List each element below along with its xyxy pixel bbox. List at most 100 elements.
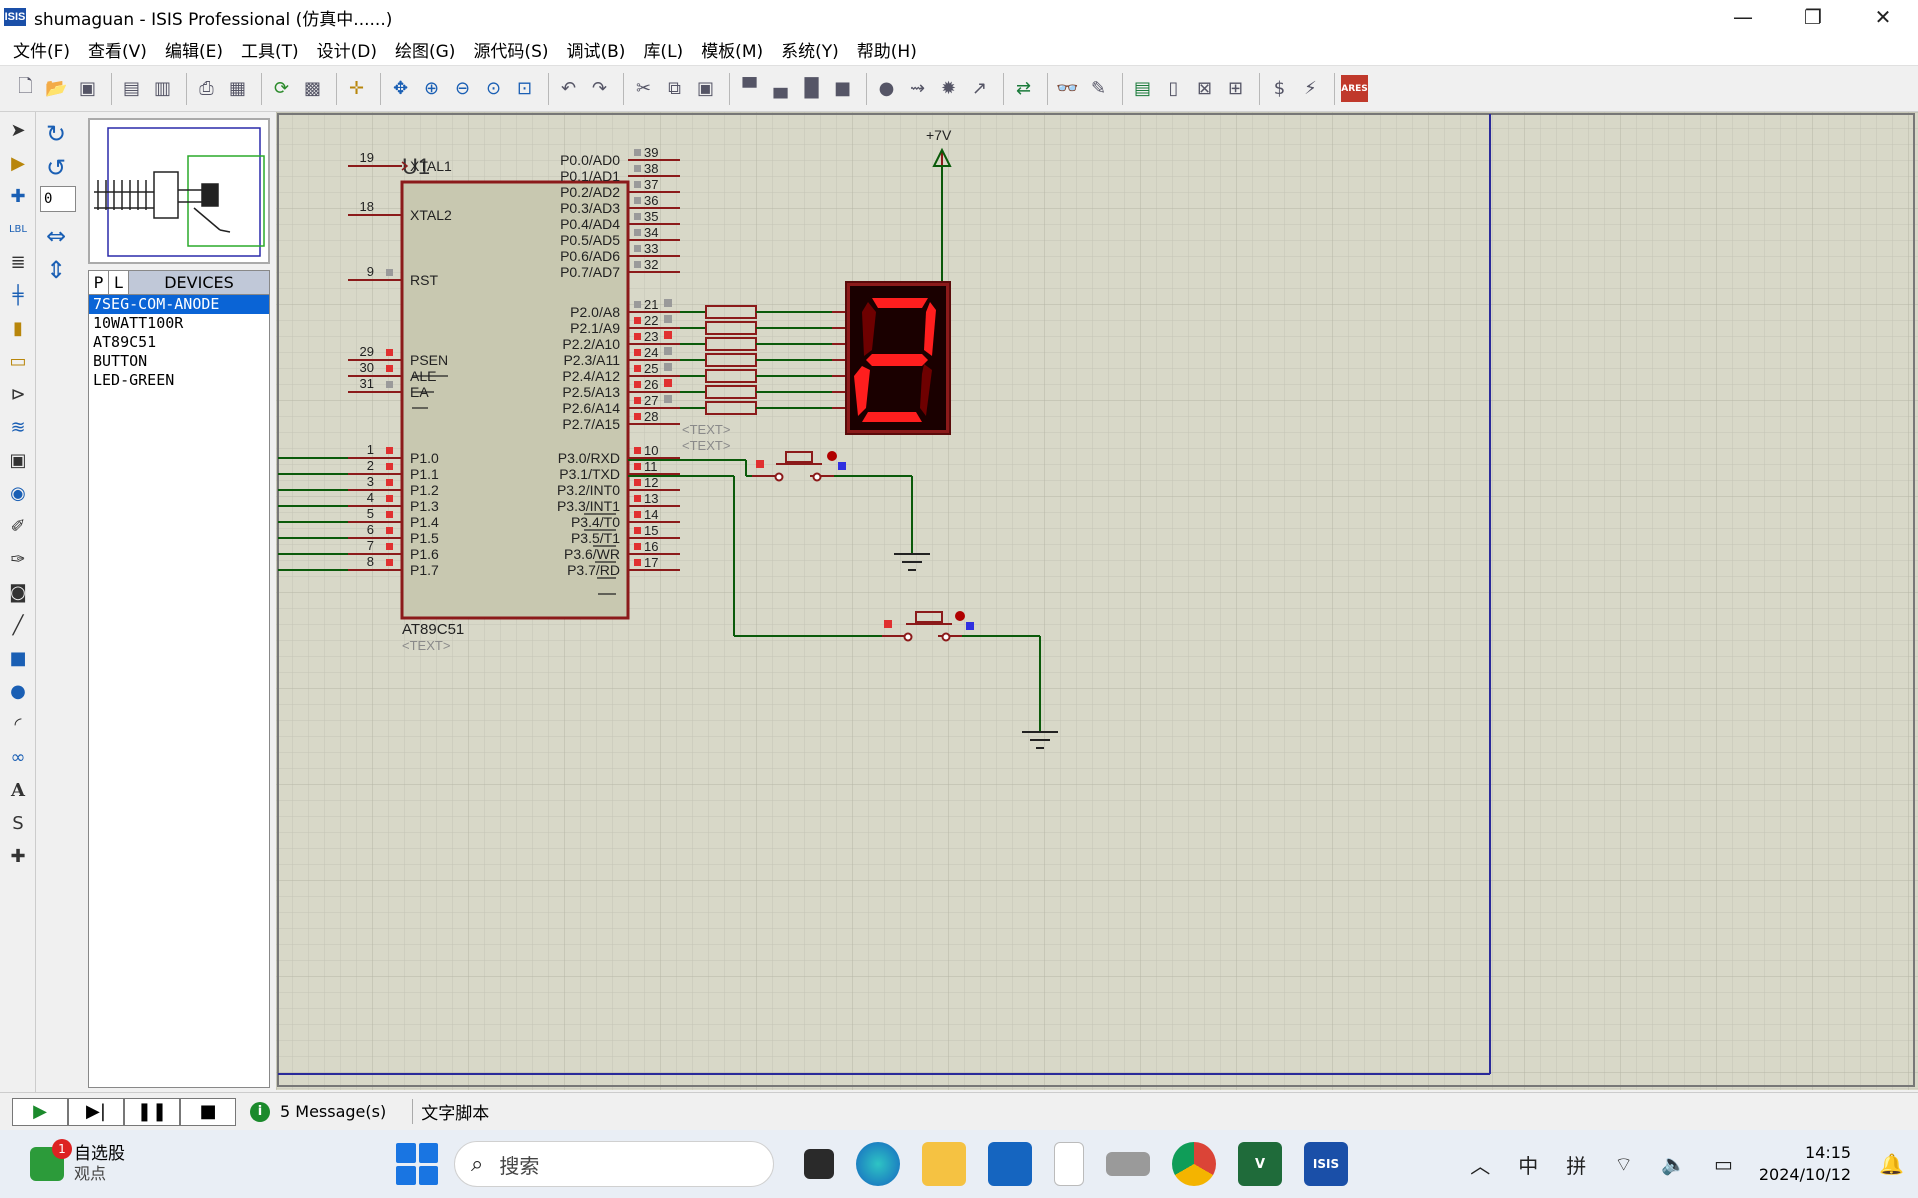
tape-recorder-icon[interactable]: ▣ bbox=[3, 445, 33, 475]
exit-parent-icon[interactable]: ⊠ bbox=[1191, 75, 1218, 102]
path-icon[interactable]: ∞ bbox=[3, 742, 33, 772]
pick-devices-button[interactable]: P bbox=[89, 271, 109, 294]
buses-icon[interactable]: ╪ bbox=[3, 280, 33, 310]
origin-icon[interactable]: ✛ bbox=[343, 75, 370, 102]
import-icon[interactable]: ▤ bbox=[118, 75, 145, 102]
open-folder-icon[interactable]: 📂 bbox=[43, 75, 70, 102]
menu-file[interactable]: 文件(F) bbox=[4, 37, 79, 62]
ime-mode[interactable]: 拼 bbox=[1566, 1150, 1586, 1179]
wifi-icon[interactable]: ⌔ bbox=[1614, 1152, 1633, 1177]
zoom-in-icon[interactable]: ⊕ bbox=[418, 75, 445, 102]
new-file-icon[interactable]: 🗋 bbox=[12, 75, 39, 102]
pick-device-icon[interactable]: ● bbox=[873, 75, 900, 102]
menu-edit[interactable]: 编辑(E) bbox=[156, 37, 232, 62]
close-button[interactable]: ✕ bbox=[1848, 0, 1918, 34]
print-area-icon[interactable]: ▦ bbox=[224, 75, 251, 102]
undo-icon[interactable]: ↶ bbox=[555, 75, 582, 102]
menu-view[interactable]: 查看(V) bbox=[79, 37, 156, 62]
battery-icon[interactable]: ▭ bbox=[1714, 1152, 1733, 1176]
isis-taskbar-icon[interactable]: ISIS bbox=[1304, 1142, 1348, 1186]
pause-button[interactable]: ❚❚ bbox=[124, 1097, 180, 1126]
block-copy-icon[interactable]: ▀ bbox=[736, 75, 763, 102]
cut-icon[interactable]: ✂ bbox=[630, 75, 657, 102]
zoom-area-icon[interactable]: ⊡ bbox=[511, 75, 538, 102]
volume-icon[interactable]: 🔈 bbox=[1661, 1152, 1686, 1176]
menu-graph[interactable]: 绘图(G) bbox=[386, 37, 464, 62]
zoom-all-icon[interactable]: ⊙ bbox=[480, 75, 507, 102]
block-delete-icon[interactable]: ■ bbox=[829, 75, 856, 102]
block-move-icon[interactable]: ▄ bbox=[767, 75, 794, 102]
export-icon[interactable]: ▥ bbox=[149, 75, 176, 102]
bill-of-materials-icon[interactable]: $ bbox=[1266, 75, 1293, 102]
clock[interactable]: 14:15 2024/10/12 bbox=[1759, 1142, 1851, 1186]
marker-icon[interactable]: ✚ bbox=[3, 841, 33, 871]
menu-library[interactable]: 库(L) bbox=[634, 37, 692, 62]
task-view-icon[interactable] bbox=[804, 1149, 834, 1179]
make-device-icon[interactable]: ⇝ bbox=[904, 75, 931, 102]
rotate-cw-icon[interactable]: ↻ bbox=[40, 118, 72, 150]
message-count[interactable]: i 5 Message(s) bbox=[250, 1101, 386, 1122]
wire-label-icon[interactable]: LBL bbox=[3, 214, 33, 244]
print-icon[interactable]: ⎙ bbox=[193, 75, 220, 102]
graph-icon[interactable]: ≋ bbox=[3, 412, 33, 442]
ares-icon[interactable]: ARES bbox=[1341, 75, 1368, 102]
wire-autorouter-icon[interactable]: ⇄ bbox=[1010, 75, 1037, 102]
menu-design[interactable]: 设计(D) bbox=[308, 37, 386, 62]
device-item[interactable]: 10WATT100R bbox=[89, 314, 269, 333]
paste-icon[interactable]: ▣ bbox=[692, 75, 719, 102]
maximize-button[interactable]: ❐ bbox=[1778, 0, 1848, 34]
zoom-out-icon[interactable]: ⊖ bbox=[449, 75, 476, 102]
blank-document-icon[interactable] bbox=[1054, 1142, 1084, 1186]
pan-icon[interactable]: ✥ bbox=[387, 75, 414, 102]
step-button[interactable]: ▶| bbox=[68, 1097, 124, 1126]
ime-language[interactable]: 中 bbox=[1518, 1150, 1538, 1179]
property-tool-icon[interactable]: ✎ bbox=[1085, 75, 1112, 102]
selection-mode-icon[interactable]: ➤ bbox=[3, 115, 33, 145]
menu-tools[interactable]: 工具(T) bbox=[232, 37, 308, 62]
arc-icon[interactable]: ◜ bbox=[3, 709, 33, 739]
decompose-icon[interactable]: ↗ bbox=[966, 75, 993, 102]
rotation-angle-input[interactable] bbox=[40, 186, 76, 212]
component-mode-icon[interactable]: ▶ bbox=[3, 148, 33, 178]
new-sheet-icon[interactable]: ▤ bbox=[1129, 75, 1156, 102]
circle-icon[interactable]: ● bbox=[3, 676, 33, 706]
text-icon[interactable]: A bbox=[3, 775, 33, 805]
minimize-button[interactable]: — bbox=[1708, 0, 1778, 34]
chevron-up-icon[interactable]: ︿ bbox=[1470, 1150, 1490, 1179]
terminals-icon[interactable]: ▭ bbox=[3, 346, 33, 376]
schematic-canvas[interactable]: U1 AT89C51 <TEXT> 19 XTAL1 18 XTAL2 9 RST 29 PS… bbox=[276, 112, 1918, 1090]
device-item[interactable]: LED-GREEN bbox=[89, 371, 269, 390]
mirror-horizontal-icon[interactable]: ⇔ bbox=[40, 220, 72, 252]
edge-browser-icon[interactable] bbox=[856, 1142, 900, 1186]
start-button[interactable] bbox=[396, 1143, 438, 1185]
overview-window[interactable] bbox=[88, 118, 270, 264]
device-item[interactable]: 7SEG-COM-ANODE bbox=[89, 295, 269, 314]
redo-icon[interactable]: ↷ bbox=[586, 75, 613, 102]
current-probe-icon[interactable]: ✑ bbox=[3, 544, 33, 574]
box-icon[interactable]: ■ bbox=[3, 643, 33, 673]
junction-dot-icon[interactable]: ✚ bbox=[3, 181, 33, 211]
chrome-browser-icon[interactable] bbox=[1172, 1142, 1216, 1186]
save-icon[interactable]: ▣ bbox=[74, 75, 101, 102]
rotate-ccw-icon[interactable]: ↺ bbox=[40, 152, 72, 184]
subcircuit-icon[interactable]: ▮ bbox=[3, 313, 33, 343]
menu-debug[interactable]: 调试(B) bbox=[558, 37, 635, 62]
text-script-icon[interactable]: ≣ bbox=[3, 247, 33, 277]
device-item[interactable]: BUTTON bbox=[89, 352, 269, 371]
taskbar-search[interactable]: ⌕ 搜索 bbox=[454, 1141, 774, 1187]
keil-app-icon[interactable]: V bbox=[1238, 1142, 1282, 1186]
microsoft-store-icon[interactable] bbox=[988, 1142, 1032, 1186]
grid-icon[interactable]: ▩ bbox=[299, 75, 326, 102]
device-pins-icon[interactable]: ⊳ bbox=[3, 379, 33, 409]
line-icon[interactable]: ╱ bbox=[3, 610, 33, 640]
remove-sheet-icon[interactable]: ▯ bbox=[1160, 75, 1187, 102]
search-tag-icon[interactable]: 👓 bbox=[1054, 75, 1081, 102]
virtual-instruments-icon[interactable]: ◙ bbox=[3, 577, 33, 607]
menu-source[interactable]: 源代码(S) bbox=[464, 37, 557, 62]
copy-icon[interactable]: ⧉ bbox=[661, 75, 688, 102]
voltage-probe-icon[interactable]: ✐ bbox=[3, 511, 33, 541]
notification-bell-icon[interactable]: 🔔 bbox=[1879, 1152, 1904, 1176]
packaging-icon[interactable]: ✹ bbox=[935, 75, 962, 102]
electrical-check-icon[interactable]: ⚡ bbox=[1297, 75, 1324, 102]
menu-help[interactable]: 帮助(H) bbox=[848, 37, 926, 62]
